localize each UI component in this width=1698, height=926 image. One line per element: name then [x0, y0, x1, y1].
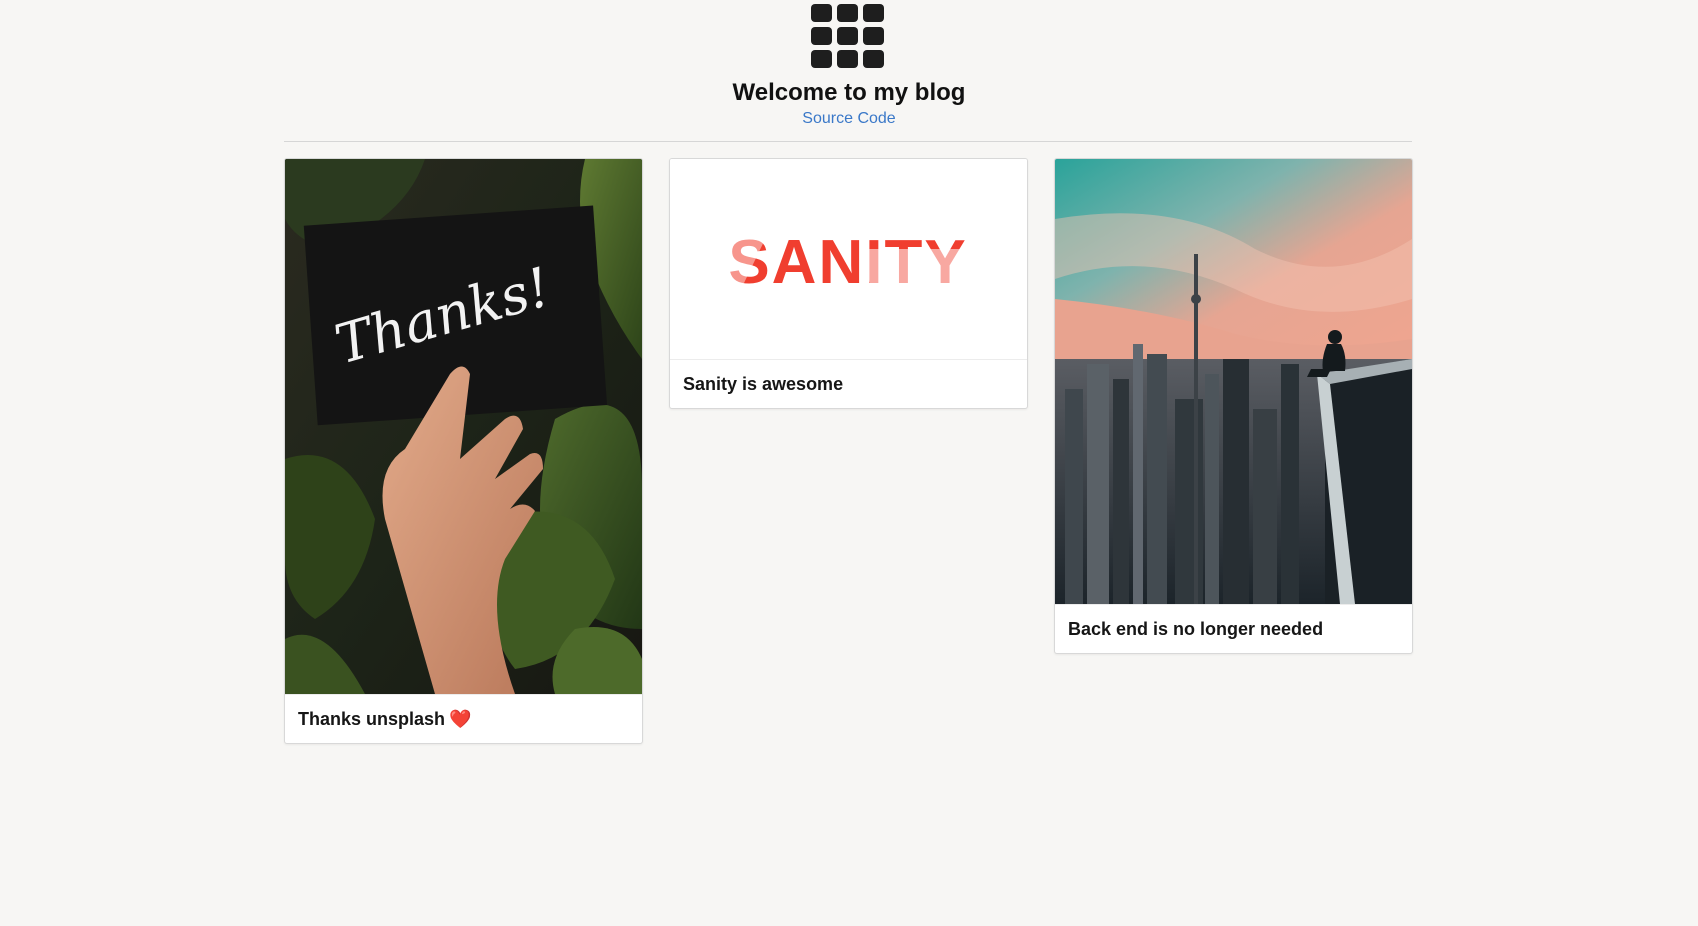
post-title-backend[interactable]: Back end is no longer needed	[1068, 619, 1323, 639]
city-skyline-image	[1055, 159, 1412, 604]
post-card-thanks[interactable]: Thanks! Thanks unsplash ❤️	[284, 158, 643, 744]
thanks-card-image: Thanks!	[285, 159, 642, 694]
sanity-logo: SANITY	[726, 228, 970, 297]
header-divider	[284, 141, 1412, 142]
post-title-thanks[interactable]: Thanks unsplash	[298, 709, 445, 729]
post-image-backend	[1055, 159, 1412, 604]
post-image-thanks: Thanks!	[285, 159, 642, 694]
post-card-backend[interactable]: Back end is no longer needed	[1054, 158, 1413, 654]
page-title: Welcome to my blog	[732, 79, 966, 106]
grid-icon[interactable]	[811, 4, 884, 68]
source-code-link[interactable]: Source Code	[802, 110, 895, 127]
post-title-sanity[interactable]: Sanity is awesome	[683, 374, 843, 394]
heart-emoji: ❤️	[449, 709, 472, 729]
post-image-sanity: SANITY	[670, 159, 1027, 359]
post-card-sanity[interactable]: SANITY Sanity is awesome	[669, 158, 1028, 409]
